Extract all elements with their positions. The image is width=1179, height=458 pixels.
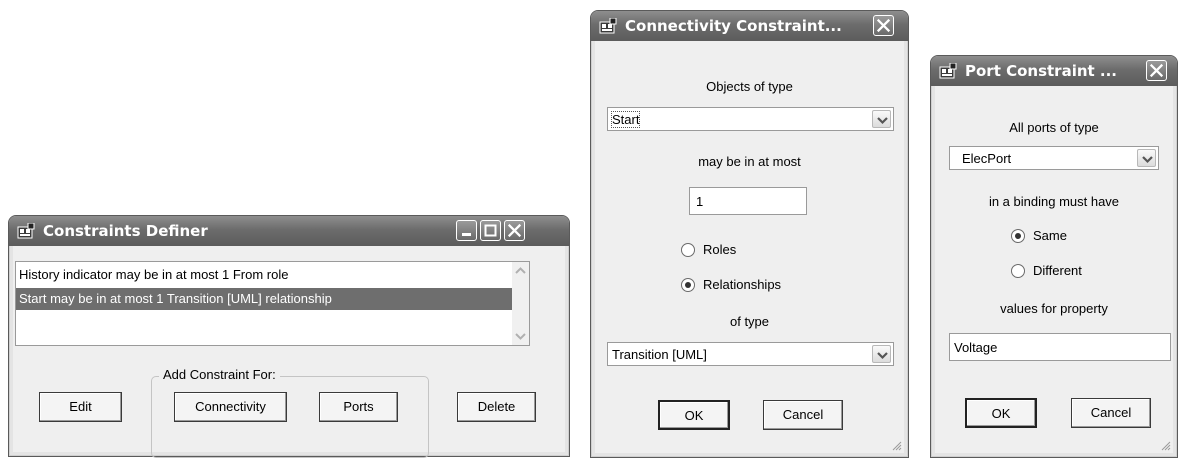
dropdown-button[interactable]: [872, 110, 891, 128]
dialog-title: Connectivity Constraint...: [625, 17, 842, 35]
all-ports-label: All ports of type: [1009, 120, 1099, 135]
close-button[interactable]: [504, 220, 525, 241]
cancel-button[interactable]: Cancel: [1071, 398, 1151, 428]
window-title: Constraints Definer: [43, 222, 208, 240]
dialog-title: Port Constraint ...: [965, 62, 1118, 80]
close-icon: [1147, 61, 1166, 80]
minimize-icon: [462, 233, 471, 236]
same-radio[interactable]: [1011, 229, 1025, 243]
scroll-down-icon[interactable]: [512, 328, 529, 345]
list-item-label: History indicator may be in at most 1 Fr…: [19, 267, 289, 282]
close-icon: [505, 221, 524, 240]
close-button[interactable]: [873, 15, 894, 36]
vertical-scrollbar[interactable]: [512, 262, 529, 345]
cancel-button[interactable]: Cancel: [763, 400, 843, 430]
dropdown-button[interactable]: [1137, 149, 1156, 167]
edit-button[interactable]: Edit: [39, 392, 122, 422]
close-icon: [874, 16, 893, 35]
connectivity-button[interactable]: Connectivity: [174, 392, 287, 422]
relationship-type-select[interactable]: Transition [UML]: [607, 342, 894, 366]
roles-label: Roles: [703, 242, 737, 257]
port-type-value: ElecPort: [962, 151, 1012, 166]
chevron-down-icon: [873, 346, 892, 364]
count-field[interactable]: [690, 188, 806, 214]
list-item-label: Start may be in at most 1 Transition [UM…: [19, 291, 332, 306]
same-label: Same: [1033, 228, 1067, 243]
objects-of-type-label: Objects of type: [706, 79, 793, 94]
maximize-icon: [484, 224, 497, 237]
dialog-client: All ports of type ElecPort in a binding …: [935, 86, 1173, 453]
window-client: History indicator may be in at most 1 Fr…: [13, 246, 565, 458]
port-constraint-dialog: Port Constraint ... All ports of type El…: [930, 55, 1178, 458]
maximize-button[interactable]: [480, 220, 501, 241]
group-label: Add Constraint For:: [159, 367, 280, 382]
chevron-down-icon: [873, 111, 892, 129]
of-type-label: of type: [729, 314, 770, 329]
app-icon: [599, 18, 617, 34]
different-radio[interactable]: [1011, 264, 1025, 278]
port-type-select[interactable]: ElecPort: [949, 146, 1159, 170]
property-field[interactable]: [950, 334, 1170, 360]
title-bar[interactable]: Port Constraint ...: [931, 56, 1177, 86]
scroll-up-icon[interactable]: [512, 262, 529, 279]
title-bar[interactable]: Connectivity Constraint...: [591, 11, 908, 41]
list-item[interactable]: History indicator may be in at most 1 Fr…: [16, 264, 513, 286]
title-bar[interactable]: Constraints Definer: [9, 216, 569, 246]
app-icon: [939, 63, 957, 79]
relationship-type-value: Transition [UML]: [612, 347, 707, 362]
ok-button[interactable]: OK: [658, 400, 730, 430]
delete-button[interactable]: Delete: [457, 392, 536, 422]
ok-button[interactable]: OK: [965, 398, 1037, 428]
minimize-button[interactable]: [456, 220, 477, 241]
connectivity-dialog: Connectivity Constraint... Objects of ty…: [590, 10, 909, 458]
chevron-down-icon: [1138, 150, 1157, 168]
different-label: Different: [1033, 263, 1082, 278]
object-type-select[interactable]: Start: [607, 107, 894, 131]
relationships-label: Relationships: [703, 277, 782, 292]
list-item-selected[interactable]: Start may be in at most 1 Transition [UM…: [16, 288, 513, 310]
ports-button[interactable]: Ports: [319, 392, 398, 422]
resize-grip-icon[interactable]: [1159, 439, 1171, 451]
values-label: values for property: [1000, 301, 1108, 316]
dropdown-button[interactable]: [872, 345, 891, 363]
may-be-label: may be in at most: [698, 154, 801, 169]
resize-grip-icon[interactable]: [890, 439, 902, 451]
constraints-definer-window: Constraints Definer History indicator ma…: [8, 215, 570, 458]
roles-radio[interactable]: [681, 243, 695, 257]
dialog-client: Objects of type Start may be in at most …: [595, 41, 904, 453]
relationships-radio[interactable]: [681, 278, 695, 292]
close-button[interactable]: [1146, 60, 1167, 81]
constraints-list[interactable]: History indicator may be in at most 1 Fr…: [15, 261, 530, 346]
object-type-value: Start: [610, 111, 641, 128]
binding-label: in a binding must have: [988, 194, 1120, 209]
app-icon: [17, 223, 35, 239]
property-input[interactable]: [949, 333, 1171, 361]
count-input[interactable]: [689, 187, 807, 215]
